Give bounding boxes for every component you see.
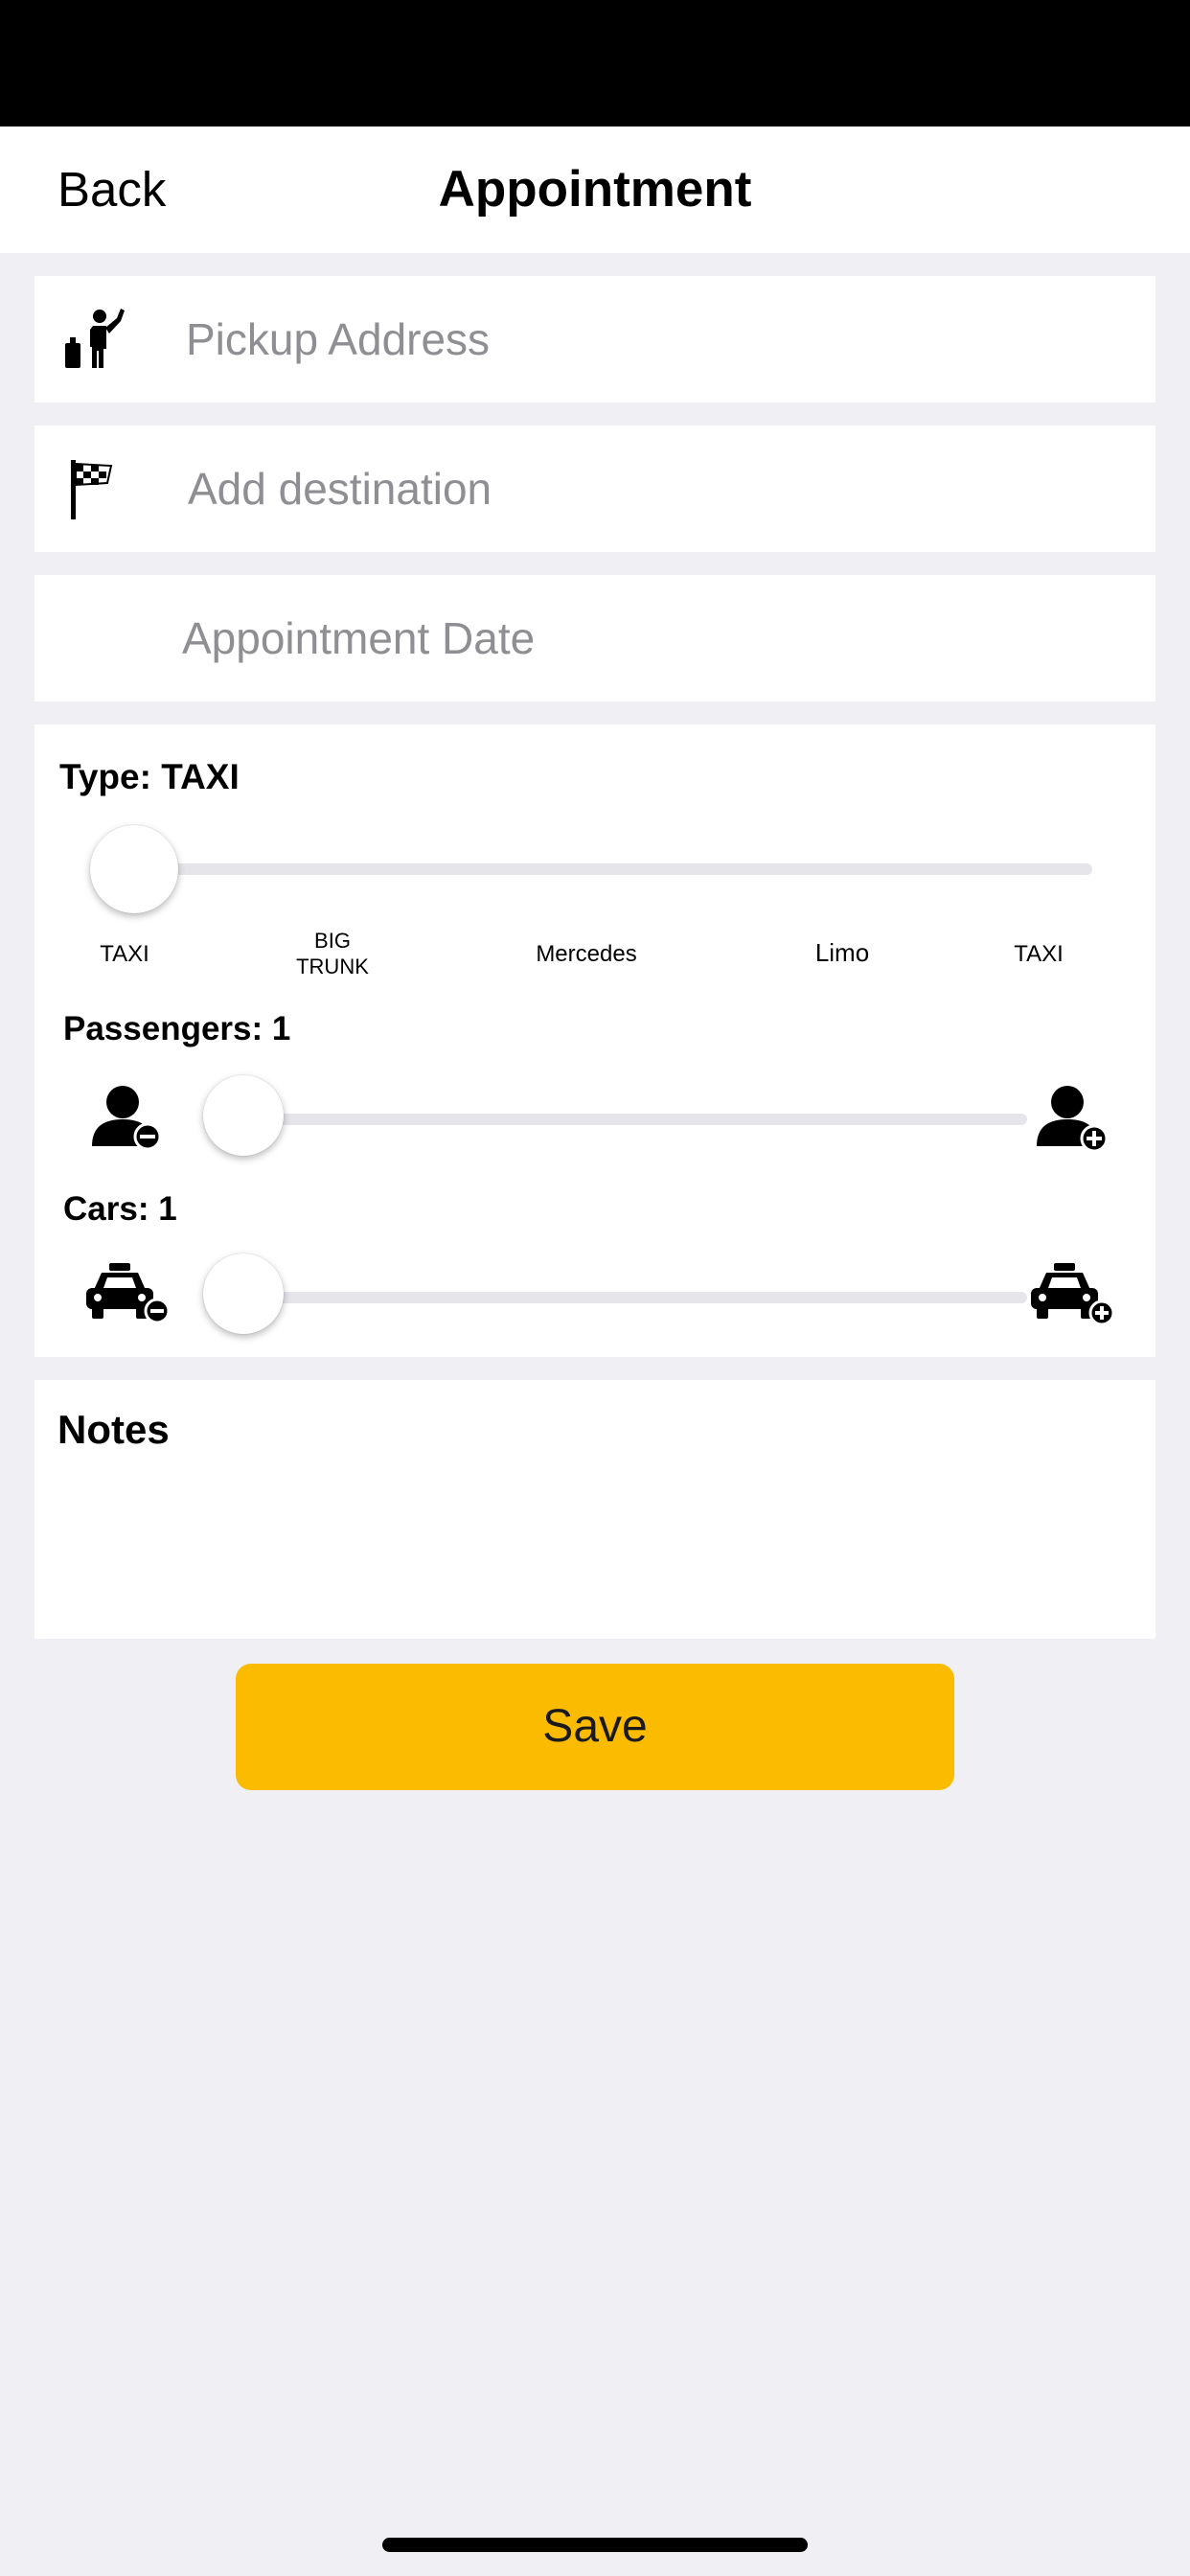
pickup-address-input[interactable]: Pickup Address (186, 276, 490, 402)
home-indicator (382, 2538, 808, 2552)
back-button[interactable]: Back (57, 126, 166, 253)
passengers-slider-thumb[interactable] (203, 1075, 284, 1156)
passengers-slider-track[interactable] (247, 1114, 1027, 1125)
type-slider-track[interactable] (136, 863, 1092, 875)
save-button[interactable]: Save (236, 1664, 954, 1790)
taxi-minus-icon[interactable] (84, 1257, 171, 1332)
ride-options-panel: Type: TAXI TAXI BIG TRUNK Mercedes Limo … (34, 724, 1156, 1357)
type-slider-thumb[interactable] (90, 825, 178, 913)
status-bar (0, 0, 1190, 126)
person-plus-icon[interactable] (1033, 1083, 1119, 1158)
destination-input[interactable]: Add destination (188, 426, 492, 552)
cars-slider-thumb[interactable] (203, 1254, 284, 1334)
type-label: Type: TAXI (59, 757, 240, 796)
passengers-label: Passengers: 1 (63, 1010, 291, 1047)
type-tick-taxi: TAXI (100, 941, 149, 967)
type-tick-limo: Limo (814, 938, 870, 967)
checkered-flag-icon (71, 460, 113, 519)
type-tick-big-trunk: BIG TRUNK (296, 929, 369, 978)
appointment-date-input[interactable]: Appointment Date (182, 575, 535, 702)
hailing-person-icon (65, 309, 125, 368)
taxi-plus-icon[interactable] (1029, 1257, 1115, 1332)
type-tick-mercedes: Mercedes (536, 941, 637, 967)
cars-slider-track[interactable] (247, 1292, 1027, 1303)
pickup-address-field[interactable]: Pickup Address (34, 276, 1156, 402)
navigation-bar: Appointment Back (0, 126, 1190, 253)
destination-field[interactable]: Add destination (34, 426, 1156, 552)
cars-label: Cars: 1 (63, 1190, 177, 1228)
page-title: Appointment (438, 161, 752, 218)
type-tick-taxi-last: TAXI (1014, 941, 1064, 967)
person-minus-icon[interactable] (88, 1083, 174, 1158)
appointment-date-field[interactable]: Appointment Date (34, 575, 1156, 702)
notes-label: Notes (57, 1407, 170, 1452)
notes-field[interactable]: Notes (34, 1380, 1156, 1639)
